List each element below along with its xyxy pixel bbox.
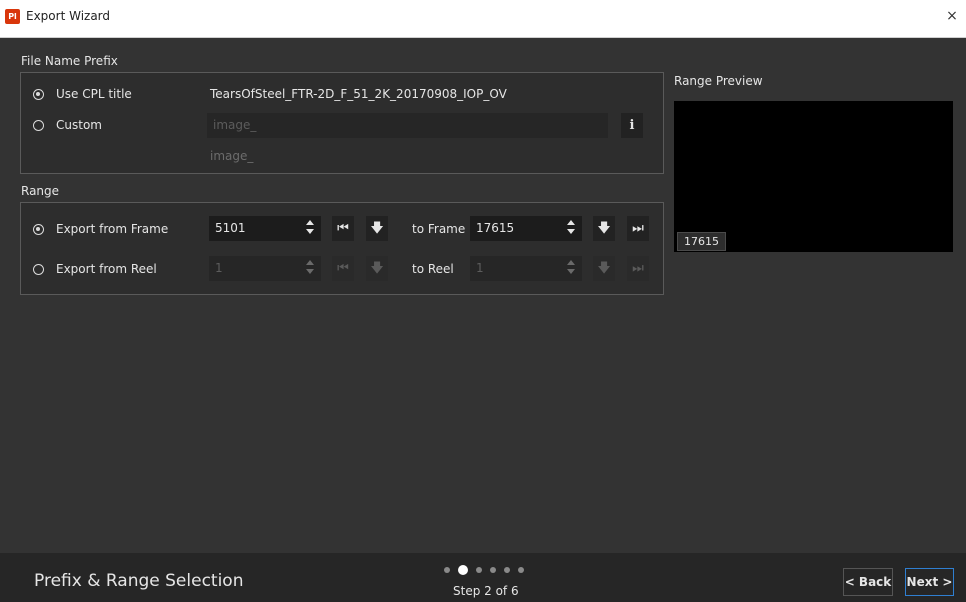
preview-frame-badge: 17615 <box>677 232 726 251</box>
step-counter: Step 2 of 6 <box>453 584 519 598</box>
arrow-down-icon[interactable]: 🡇 <box>593 256 615 281</box>
skip-to-end-icon[interactable]: ⏭ <box>627 216 649 241</box>
next-button[interactable]: Next > <box>905 568 954 596</box>
custom-label: Custom <box>56 118 102 132</box>
title-bar: Pl Export Wizard × <box>0 0 966 38</box>
prefix-preview: image_ <box>210 149 254 163</box>
skip-to-end-icon[interactable]: ⏭ <box>627 256 649 281</box>
cpl-title-value: TearsOfSteel_FTR-2D_F_51_2K_20170908_IOP… <box>210 87 507 101</box>
custom-prefix-input[interactable]: image_ <box>207 113 608 138</box>
use-cpl-title-label: Use CPL title <box>56 87 132 101</box>
custom-radio[interactable] <box>33 120 44 131</box>
back-button[interactable]: < Back <box>843 568 893 596</box>
step-title: Prefix & Range Selection <box>34 571 244 591</box>
step-dot-active <box>458 565 468 575</box>
file-name-prefix-label: File Name Prefix <box>21 54 118 68</box>
export-from-frame-label: Export from Frame <box>56 222 169 236</box>
export-from-reel-radio[interactable] <box>33 264 44 275</box>
arrow-down-icon[interactable]: 🡇 <box>593 216 615 241</box>
to-reel-label: to Reel <box>412 262 454 276</box>
range-preview-label: Range Preview <box>674 74 763 88</box>
from-frame-spinner-icon[interactable] <box>304 218 316 238</box>
info-icon[interactable]: i <box>621 113 643 138</box>
from-reel-spinner-icon[interactable] <box>304 258 316 278</box>
skip-to-start-icon[interactable]: ⏮ <box>332 216 354 241</box>
step-dot <box>518 567 524 573</box>
arrow-down-icon[interactable]: 🡇 <box>366 256 388 281</box>
skip-to-start-icon[interactable]: ⏮ <box>332 256 354 281</box>
range-preview-image <box>674 101 953 252</box>
to-frame-spinner-icon[interactable] <box>565 218 577 238</box>
close-icon[interactable]: × <box>938 4 966 28</box>
arrow-down-icon[interactable]: 🡇 <box>366 216 388 241</box>
app-icon: Pl <box>5 9 20 24</box>
range-label: Range <box>21 184 60 198</box>
export-from-frame-radio[interactable] <box>33 224 44 235</box>
window-title: Export Wizard <box>26 9 111 23</box>
step-dot <box>444 567 450 573</box>
step-dot <box>476 567 482 573</box>
to-reel-spinner-icon[interactable] <box>565 258 577 278</box>
step-dot <box>490 567 496 573</box>
to-frame-label: to Frame <box>412 222 466 236</box>
step-dot <box>504 567 510 573</box>
use-cpl-title-radio[interactable] <box>33 89 44 100</box>
export-from-reel-label: Export from Reel <box>56 262 157 276</box>
